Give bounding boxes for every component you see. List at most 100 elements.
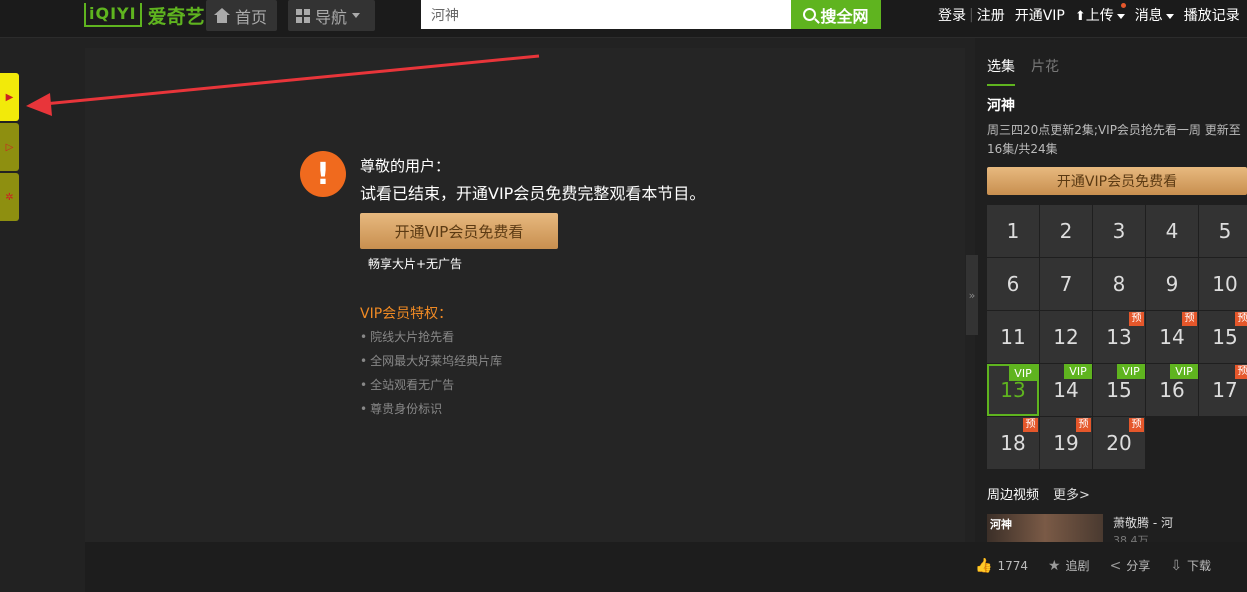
preview-badge: 预: [1235, 312, 1247, 326]
episode-number: 15: [1212, 325, 1238, 349]
upload-menu[interactable]: ⬆上传: [1075, 3, 1126, 25]
episode-number: 12: [1053, 325, 1079, 349]
episode-button[interactable]: 2: [1040, 205, 1092, 257]
star-icon: ★: [1047, 557, 1061, 574]
download-icon: ⇩: [1170, 557, 1183, 574]
guide-label: 导航: [315, 7, 348, 27]
thumbnail-text: 河神: [990, 518, 1012, 531]
search-input[interactable]: [421, 0, 791, 29]
side-tab-settings[interactable]: ✲: [0, 173, 19, 221]
messages-menu[interactable]: 消息: [1135, 5, 1174, 25]
episode-button[interactable]: 3: [1093, 205, 1145, 257]
episode-button[interactable]: 11: [987, 311, 1039, 363]
episode-number: 6: [1006, 272, 1020, 296]
episode-button[interactable]: 6: [987, 258, 1039, 310]
iqiyi-logo[interactable]: iQIYI 爱奇艺: [84, 0, 205, 30]
episode-button[interactable]: 9: [1146, 258, 1198, 310]
guide-menu-button[interactable]: 导航: [288, 0, 375, 31]
episode-button[interactable]: 20 预: [1093, 417, 1145, 469]
follow-button[interactable]: ★ 追剧: [1048, 557, 1090, 574]
download-label: 下载: [1187, 559, 1212, 573]
episode-button[interactable]: 18 预: [987, 417, 1039, 469]
register-link[interactable]: 注册: [977, 5, 1005, 25]
episode-number: 15: [1106, 378, 1132, 402]
episode-number: 1: [1006, 219, 1020, 243]
episode-button[interactable]: 10: [1199, 258, 1247, 310]
logo-badge: iQIYI: [84, 3, 142, 27]
episode-button[interactable]: 14 预: [1146, 311, 1198, 363]
preview-badge: 预: [1182, 312, 1197, 326]
download-button[interactable]: ⇩ 下载: [1170, 557, 1211, 574]
episode-number: 3: [1112, 219, 1126, 243]
notice-title: 尊敬的用户：: [360, 157, 451, 175]
side-tab-preview[interactable]: ▷: [0, 123, 19, 171]
vip-subtitle: 畅享大片+无广告: [368, 257, 463, 271]
like-button[interactable]: 👍 1774: [975, 558, 1028, 574]
episode-number: 10: [1212, 272, 1238, 296]
open-vip-button[interactable]: 开通VIP会员免费看: [360, 213, 558, 249]
search-button-label: 搜全网: [820, 6, 869, 26]
warning-icon: !: [300, 151, 346, 197]
show-title: 河神: [987, 98, 1015, 114]
related-item-title[interactable]: 萧敬腾 - 河: [1113, 514, 1173, 531]
episode-button[interactable]: 13 VIP: [987, 364, 1039, 416]
episode-button[interactable]: 19 预: [1040, 417, 1092, 469]
episode-number: 17: [1212, 378, 1238, 402]
preview-badge: 预: [1129, 312, 1144, 326]
episode-number: 14: [1159, 325, 1185, 349]
tab-trailers[interactable]: 片花: [1031, 56, 1059, 86]
episode-button[interactable]: 15 预: [1199, 311, 1247, 363]
episode-number: 9: [1165, 272, 1179, 296]
episode-button[interactable]: 14 VIP: [1040, 364, 1092, 416]
episode-number: 5: [1218, 219, 1232, 243]
episode-button[interactable]: 7: [1040, 258, 1092, 310]
side-tab-play[interactable]: ▶: [0, 73, 19, 121]
episode-number: 7: [1059, 272, 1073, 296]
related-more-link[interactable]: 更多>: [1053, 484, 1090, 503]
chevron-down-icon: [1116, 13, 1125, 19]
preview-badge: 预: [1235, 365, 1247, 379]
thumbs-up-icon: 👍: [975, 557, 993, 574]
logo-text: 爱奇艺: [147, 5, 205, 28]
episode-button[interactable]: 17 预: [1199, 364, 1247, 416]
privilege-item: 全站观看无广告: [360, 376, 502, 400]
episode-button[interactable]: 8: [1093, 258, 1145, 310]
related-thumbnail[interactable]: 河神: [987, 514, 1103, 542]
login-link[interactable]: 登录: [938, 5, 966, 25]
home-label: 首页: [235, 7, 268, 27]
follow-label: 追剧: [1065, 559, 1090, 573]
episode-button[interactable]: 12: [1040, 311, 1092, 363]
search-icon: [803, 8, 817, 21]
share-label: 分享: [1126, 559, 1151, 573]
episode-number: 8: [1112, 272, 1126, 296]
episode-button[interactable]: 1: [987, 205, 1039, 257]
tab-episodes[interactable]: 选集: [987, 56, 1015, 86]
episode-number: 13: [1000, 378, 1026, 402]
related-header: 周边视频 更多>: [987, 484, 1090, 503]
episode-number: 14: [1053, 378, 1079, 402]
vip-badge: VIP: [1170, 364, 1198, 379]
open-vip-link[interactable]: 开通VIP: [1015, 5, 1065, 25]
chevron-down-icon: [352, 13, 361, 18]
share-button[interactable]: < 分享: [1110, 557, 1151, 574]
episode-button[interactable]: 4: [1146, 205, 1198, 257]
vip-badge: VIP: [1117, 364, 1145, 379]
episode-number: 13: [1106, 325, 1132, 349]
video-player[interactable]: [85, 48, 965, 542]
collapse-panel-button[interactable]: »: [966, 255, 978, 335]
notice-text: 试看已结束，开通VIP会员免费完整观看本节目。: [360, 184, 706, 203]
panel-vip-button[interactable]: 开通VIP会员免费看: [987, 167, 1247, 195]
episode-button[interactable]: 13 预: [1093, 311, 1145, 363]
episode-button[interactable]: 15 VIP: [1093, 364, 1145, 416]
episode-number: 11: [1000, 325, 1026, 349]
home-button[interactable]: 首页: [206, 0, 277, 31]
grid-icon: [296, 8, 310, 23]
related-item-views: 38.4万: [1113, 534, 1149, 542]
privilege-item: 尊贵身份标识: [360, 400, 502, 424]
episode-button[interactable]: 16 VIP: [1146, 364, 1198, 416]
episode-number: 16: [1159, 378, 1185, 402]
search-all-button[interactable]: 搜全网: [791, 0, 881, 29]
episode-button[interactable]: 5: [1199, 205, 1247, 257]
preview-badge: 预: [1076, 418, 1091, 432]
history-link[interactable]: 播放记录: [1184, 5, 1240, 25]
